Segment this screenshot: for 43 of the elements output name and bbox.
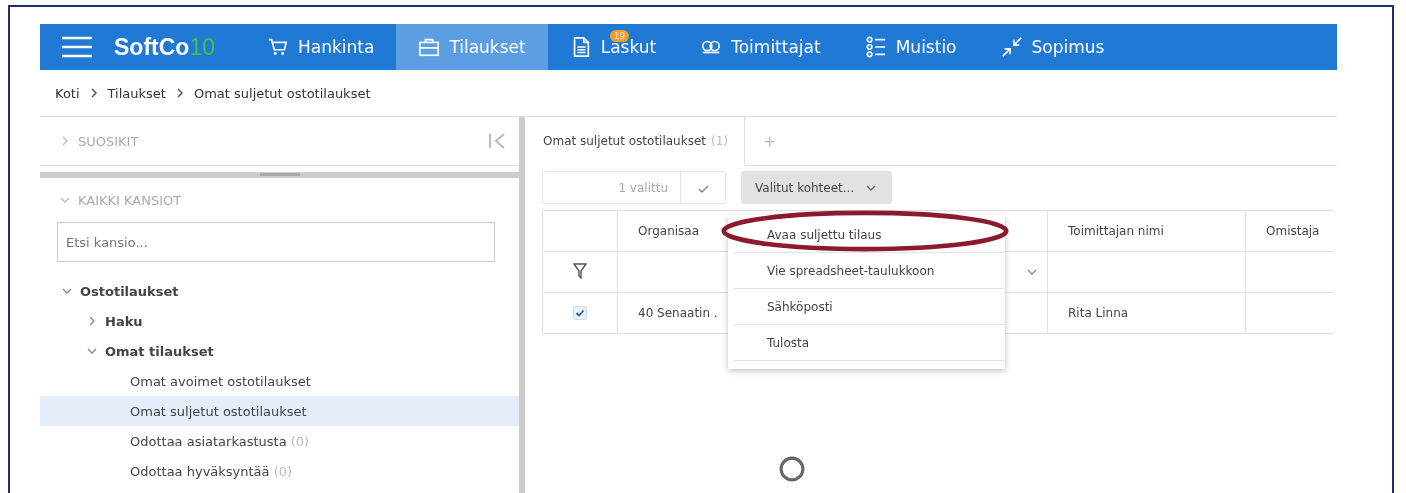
menu-item[interactable]: Sähköposti bbox=[734, 289, 1005, 325]
column-header: Omistaja bbox=[1245, 210, 1333, 252]
menu-icon[interactable] bbox=[62, 36, 92, 58]
breadcrumb-link[interactable]: Koti bbox=[55, 85, 80, 101]
collapse-panel-icon[interactable] bbox=[487, 132, 507, 150]
breadcrumb-link[interactable]: Tilaukset bbox=[107, 85, 166, 101]
nav-tab[interactable]: Hankinta bbox=[244, 24, 397, 70]
menu-item[interactable]: Tulosta bbox=[734, 325, 1005, 361]
cart-icon bbox=[266, 36, 289, 58]
tree-item[interactable]: Omat suljetut ostotilaukset bbox=[40, 396, 519, 426]
chevron-right-icon[interactable] bbox=[60, 136, 70, 146]
column-header: Toimittajan nimi bbox=[1047, 210, 1246, 252]
chevron-down-icon[interactable] bbox=[62, 286, 72, 296]
chevron-right-icon[interactable] bbox=[87, 316, 97, 326]
tree-item[interactable]: Odottaa hyväksyntää (0) bbox=[40, 456, 519, 486]
tree-item[interactable]: Haku bbox=[40, 306, 519, 336]
actions-dropdown[interactable]: Valitut kohteet... bbox=[741, 171, 893, 204]
tree-item[interactable]: Omat avoimet ostotilaukset bbox=[40, 366, 519, 396]
resize-handle[interactable] bbox=[40, 172, 519, 178]
search-field[interactable]: Etsi kansio... bbox=[57, 222, 495, 262]
logo: SoftCo10 bbox=[114, 32, 215, 62]
tree-item[interactable]: Omat tilaukset bbox=[40, 336, 519, 366]
briefcase-icon bbox=[418, 36, 441, 58]
tab[interactable]: Omat suljetut ostotilaukset (1) bbox=[525, 117, 745, 166]
chevron-down-icon[interactable] bbox=[60, 195, 70, 205]
chevron-down-icon[interactable] bbox=[87, 346, 97, 356]
list-icon bbox=[864, 36, 887, 58]
menu-item[interactable]: Vie spreadsheet-taulukkoon bbox=[734, 253, 1005, 289]
tree-item[interactable]: Odottaa asiatarkastusta (0) bbox=[40, 426, 519, 456]
checkbox[interactable] bbox=[573, 306, 587, 321]
nav-tab[interactable]: Laskut 19 bbox=[547, 24, 679, 70]
chevron-right-icon bbox=[175, 88, 184, 98]
compress-icon bbox=[1000, 36, 1023, 58]
nav-tab[interactable]: Toimittajat bbox=[678, 24, 843, 70]
filter-icon[interactable] bbox=[573, 262, 587, 279]
count-badge: 19 bbox=[609, 30, 630, 42]
selection-count: 1 valittu bbox=[617, 179, 669, 197]
chevron-right-icon bbox=[89, 88, 98, 98]
table-cell: Rita Linna bbox=[1047, 292, 1246, 334]
nav-tab[interactable]: Sopimus bbox=[978, 24, 1127, 70]
nav-tab[interactable]: Muistio bbox=[842, 24, 979, 70]
tree-item[interactable]: Ostotilaukset bbox=[40, 276, 519, 306]
breadcrumb-link[interactable]: Omat suljetut ostotilaukset bbox=[193, 85, 371, 101]
